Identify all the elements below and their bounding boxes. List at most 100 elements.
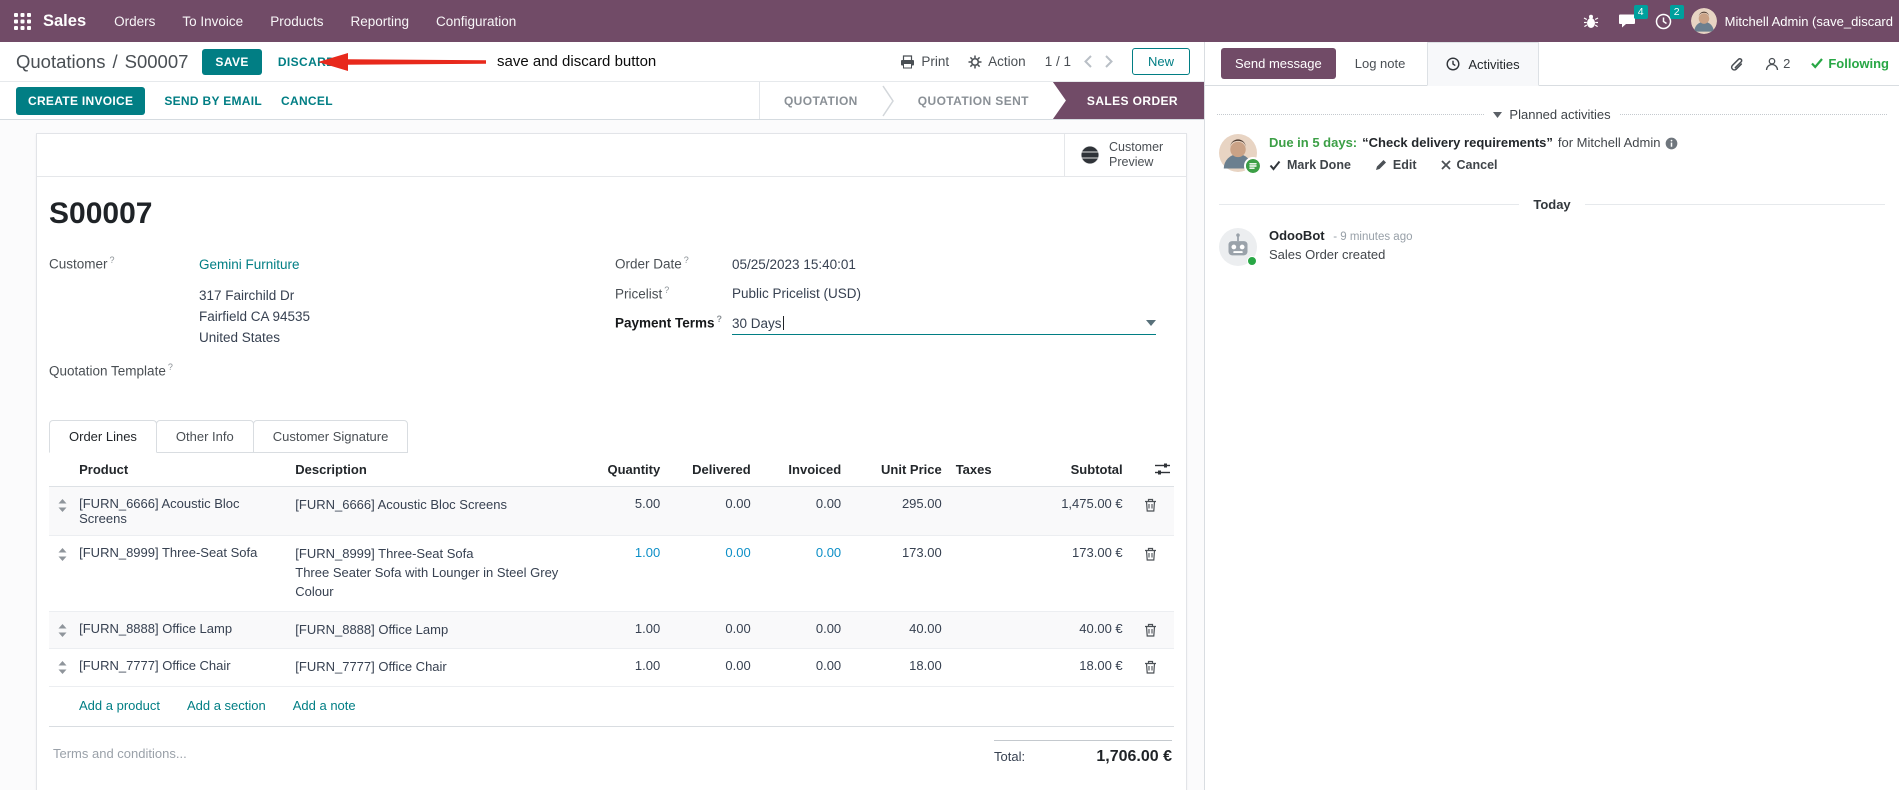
cell-taxes[interactable] [945,535,998,612]
bug-icon[interactable] [1583,13,1599,29]
activities-tab[interactable]: Activities [1427,42,1539,86]
messages-icon[interactable]: 4 [1618,5,1648,29]
drag-handle-icon[interactable] [49,535,76,612]
cell-invoiced[interactable]: 0.00 [754,486,846,536]
planned-activities-toggle[interactable]: Planned activities [1493,107,1611,122]
action-button[interactable]: Action [968,54,1026,69]
add-a-note-link[interactable]: Add a note [293,698,356,713]
cell-description[interactable]: [FURN_6666] Acoustic Bloc Screens [291,486,589,536]
discard-button[interactable]: DISCARD [278,55,335,69]
terms-placeholder[interactable]: Terms and conditions... [53,740,187,761]
cell-description[interactable]: [FURN_8888] Office Lamp [291,611,589,650]
chatter-panel: Send message Log note Activities 2 Follo… [1204,42,1899,790]
statusbar-stages: QUOTATION QUOTATION SENT SALES ORDER [758,82,1204,119]
order-line-row[interactable]: [FURN_7777] Office Chair [FURN_7777] Offi… [49,648,1174,688]
cell-taxes[interactable] [945,611,998,650]
send-message-button[interactable]: Send message [1221,48,1336,79]
cell-unit-price[interactable]: 295.00 [845,486,946,536]
nav-menu-configuration[interactable]: Configuration [436,14,516,29]
col-subtotal: Subtotal [997,452,1127,487]
cell-product[interactable]: [FURN_7777] Office Chair [75,648,292,688]
drag-handle-icon[interactable] [49,611,76,650]
column-settings-icon[interactable] [1126,452,1174,487]
payment-terms-input[interactable]: 30 Days [732,316,1156,335]
stage-quotation[interactable]: QUOTATION [760,82,882,119]
edit-action[interactable]: Edit [1375,158,1417,172]
cell-unit-price[interactable]: 173.00 [845,535,946,612]
cell-invoiced[interactable]: 0.00 [754,535,846,612]
cell-product[interactable]: [FURN_8999] Three-Seat Sofa [75,535,292,612]
customer-preview-button[interactable]: Customer Preview [1064,134,1186,176]
print-button[interactable]: Print [900,54,949,69]
breadcrumb-current: S00007 [124,50,189,72]
cell-delivered[interactable]: 0.00 [664,611,755,650]
log-note-button[interactable]: Log note [1355,56,1406,71]
add-a-section-link[interactable]: Add a section [187,698,266,713]
cell-description[interactable]: [FURN_8999] Three-Seat Sofa Three Seater … [291,535,589,612]
action-gear-icon [968,55,982,69]
create-invoice-button[interactable]: CREATE INVOICE [16,86,146,115]
followers-button[interactable]: 2 [1765,56,1790,71]
pager-next-icon[interactable] [1105,55,1113,68]
nav-menu-reporting[interactable]: Reporting [350,14,409,29]
cancel-button[interactable]: CANCEL [281,94,333,108]
cell-unit-price[interactable]: 40.00 [845,611,946,650]
pager-prev-icon[interactable] [1084,55,1092,68]
nav-menu-products[interactable]: Products [270,14,323,29]
delete-line-button[interactable] [1126,611,1174,650]
cell-delivered[interactable]: 0.00 [664,486,755,536]
paperclip-icon[interactable] [1729,56,1744,71]
nav-menu-orders[interactable]: Orders [114,14,155,29]
record-title: S00007 [49,197,153,230]
cell-quantity[interactable]: 1.00 [588,535,665,612]
tab-customer-signature[interactable]: Customer Signature [252,419,409,453]
cell-quantity[interactable]: 1.00 [588,611,665,650]
pricelist-field[interactable]: Public Pricelist (USD) [732,286,861,301]
cell-taxes[interactable] [945,486,998,536]
dropdown-caret-icon[interactable] [1146,320,1156,326]
apps-grid-icon[interactable] [14,12,31,30]
cell-product[interactable]: [FURN_8888] Office Lamp [75,611,292,650]
cell-unit-price[interactable]: 18.00 [845,648,946,688]
cell-delivered[interactable]: 0.00 [664,648,755,688]
tab-order-lines[interactable]: Order Lines [49,419,157,453]
drag-handle-icon[interactable] [49,648,76,688]
order-line-row[interactable]: [FURN_8888] Office Lamp [FURN_8888] Offic… [49,611,1174,650]
customer-link[interactable]: Gemini Furniture [199,257,300,272]
cancel-action[interactable]: Cancel [1440,158,1498,172]
cell-quantity[interactable]: 5.00 [588,486,665,536]
order-line-row[interactable]: [FURN_6666] Acoustic Bloc Screens [FURN_6… [49,486,1174,536]
delete-line-button[interactable] [1126,486,1174,536]
info-icon[interactable] [1665,137,1678,150]
cell-invoiced[interactable]: 0.00 [754,611,846,650]
stage-quotation-sent[interactable]: QUOTATION SENT [894,82,1053,119]
breadcrumb-parent[interactable]: Quotations [16,51,105,73]
order-date-field[interactable]: 05/25/2023 15:40:01 [732,257,856,272]
cell-invoiced[interactable]: 0.00 [754,648,846,688]
order-line-row[interactable]: [FURN_8999] Three-Seat Sofa [FURN_8999] T… [49,535,1174,612]
delete-line-button[interactable] [1126,535,1174,612]
save-button[interactable]: SAVE [202,48,262,75]
cell-delivered[interactable]: 0.00 [664,535,755,612]
following-button[interactable]: Following [1811,56,1889,71]
drag-handle-icon[interactable] [49,486,76,536]
send-by-email-button[interactable]: SEND BY EMAIL [164,94,262,108]
cell-description[interactable]: [FURN_7777] Office Chair [291,648,589,688]
cell-taxes[interactable] [945,648,998,688]
activities-clock-icon[interactable]: 2 [1655,4,1684,30]
user-name: Mitchell Admin (save_discard [1724,13,1893,29]
cell-product[interactable]: [FURN_6666] Acoustic Bloc Screens [75,486,292,536]
order-date-label: Order Date? [615,255,689,272]
col-delivered: Delivered [664,452,755,487]
tab-other-info[interactable]: Other Info [155,419,254,453]
nav-menu-to-invoice[interactable]: To Invoice [182,14,243,29]
user-menu[interactable]: Mitchell Admin (save_discard [1690,8,1893,34]
cell-quantity[interactable]: 1.00 [588,648,665,688]
mark-done-action[interactable]: Mark Done [1269,158,1351,172]
delete-line-button[interactable] [1126,648,1174,688]
app-name[interactable]: Sales [43,12,86,31]
stage-sales-order[interactable]: SALES ORDER [1052,82,1204,119]
add-a-product-link[interactable]: Add a product [79,698,160,713]
activity-actions: Mark Done Edit Cancel [1269,158,1678,172]
new-button[interactable]: New [1131,48,1190,75]
